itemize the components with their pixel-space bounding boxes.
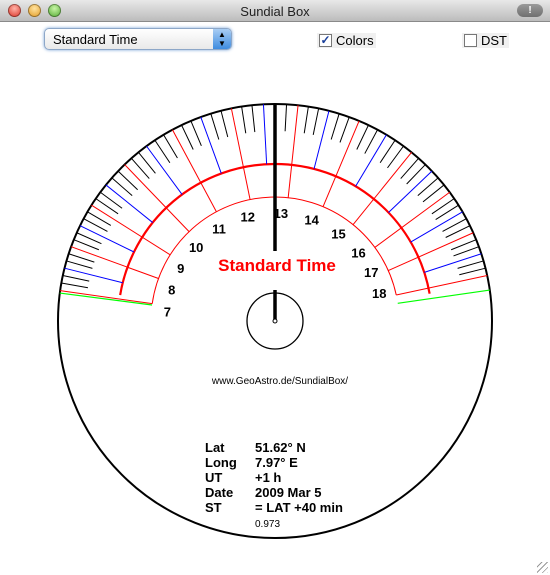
- ten-minute-tick: [181, 124, 194, 150]
- ten-minute-tick: [303, 106, 309, 134]
- ten-minute-tick: [62, 275, 90, 282]
- info-footnote: 0.973: [255, 519, 280, 530]
- ten-minute-tick: [210, 113, 220, 140]
- info-value: 7.97° E: [255, 455, 298, 470]
- hour-line: [124, 164, 190, 232]
- half-hour-line: [410, 211, 463, 243]
- hour-label: 17: [364, 265, 378, 280]
- hour-line: [230, 108, 251, 200]
- half-hour-line: [262, 104, 268, 165]
- ten-minute-tick: [117, 170, 138, 191]
- hour-label: 12: [241, 209, 255, 224]
- hour-line: [70, 246, 159, 279]
- ten-minute-tick: [131, 157, 150, 179]
- ten-minute-tick: [406, 164, 426, 185]
- hour-label: 16: [351, 245, 365, 260]
- ten-minute-tick: [241, 106, 247, 134]
- ten-minute-tick: [111, 177, 133, 197]
- sundial-canvas: 7 89 10 11 12 13 14 15 16 17 18 Standard Time www.…: [57, 103, 493, 539]
- info-label: Long: [205, 455, 237, 470]
- half-hour-line: [105, 184, 154, 223]
- ten-minute-tick: [95, 198, 119, 215]
- info-label: ST: [205, 500, 222, 515]
- ten-minute-tick: [220, 110, 229, 138]
- hour-label: 9: [177, 261, 184, 276]
- ten-minute-tick: [379, 139, 396, 164]
- info-label: Date: [205, 485, 233, 500]
- hour-line: [91, 204, 171, 256]
- ten-minute-tick: [457, 260, 484, 269]
- ten-minute-tick: [453, 246, 480, 257]
- hour-label: 11: [212, 222, 226, 237]
- half-hour-line: [64, 267, 123, 284]
- ten-minute-tick: [435, 204, 459, 220]
- ten-minute-tick: [61, 282, 89, 289]
- hour-label: 14: [304, 212, 319, 227]
- dial-mode-label: Standard Time: [218, 256, 336, 275]
- info-value: = LAT +40 min: [255, 500, 343, 515]
- half-hour-line: [424, 253, 482, 273]
- info-value: 51.62° N: [255, 440, 306, 455]
- info-value: 2009 Mar 5: [255, 485, 322, 500]
- ten-minute-tick: [87, 211, 112, 226]
- ten-minute-tick: [190, 120, 202, 147]
- ten-minute-tick: [459, 267, 486, 276]
- half-hour-line: [79, 225, 135, 253]
- ten-minute-tick: [284, 104, 288, 132]
- hour-line: [388, 232, 474, 272]
- hour-label: 8: [168, 282, 175, 297]
- sunrise-line: [59, 292, 153, 306]
- hour-label: 15: [331, 227, 345, 242]
- ten-minute-tick: [66, 260, 93, 269]
- hour-line: [322, 120, 360, 207]
- ten-minute-tick: [312, 108, 320, 135]
- ten-minute-tick: [154, 139, 171, 164]
- half-hour-line: [146, 145, 183, 195]
- website-url: www.GeoAstro.de/SundialBox/: [211, 376, 348, 387]
- gnomon-foot: [272, 318, 278, 324]
- ten-minute-tick: [330, 113, 340, 140]
- ten-minute-tick: [68, 253, 95, 263]
- hour-line: [374, 191, 450, 248]
- half-hour-line: [388, 170, 433, 213]
- hour-line: [287, 105, 299, 198]
- hour-line: [60, 290, 153, 305]
- ten-minute-tick: [339, 116, 350, 143]
- hour-label: 18: [372, 286, 386, 301]
- ten-minute-tick: [400, 157, 419, 179]
- ten-minute-tick: [364, 129, 378, 154]
- hour-label: 7: [164, 304, 171, 319]
- info-label: Lat: [205, 440, 225, 455]
- hour-label: 10: [189, 240, 203, 255]
- ten-minute-tick: [163, 134, 178, 159]
- info-value: +1 h: [255, 470, 281, 485]
- info-label: UT: [205, 470, 222, 485]
- resize-grip[interactable]: [537, 562, 548, 573]
- ten-minute-tick: [251, 105, 256, 133]
- hour-line: [352, 152, 412, 225]
- ten-minute-tick: [417, 177, 439, 197]
- ten-minute-tick: [356, 124, 369, 150]
- half-hour-line: [200, 116, 222, 174]
- hour-label: 13: [274, 206, 288, 221]
- ten-minute-tick: [431, 198, 455, 215]
